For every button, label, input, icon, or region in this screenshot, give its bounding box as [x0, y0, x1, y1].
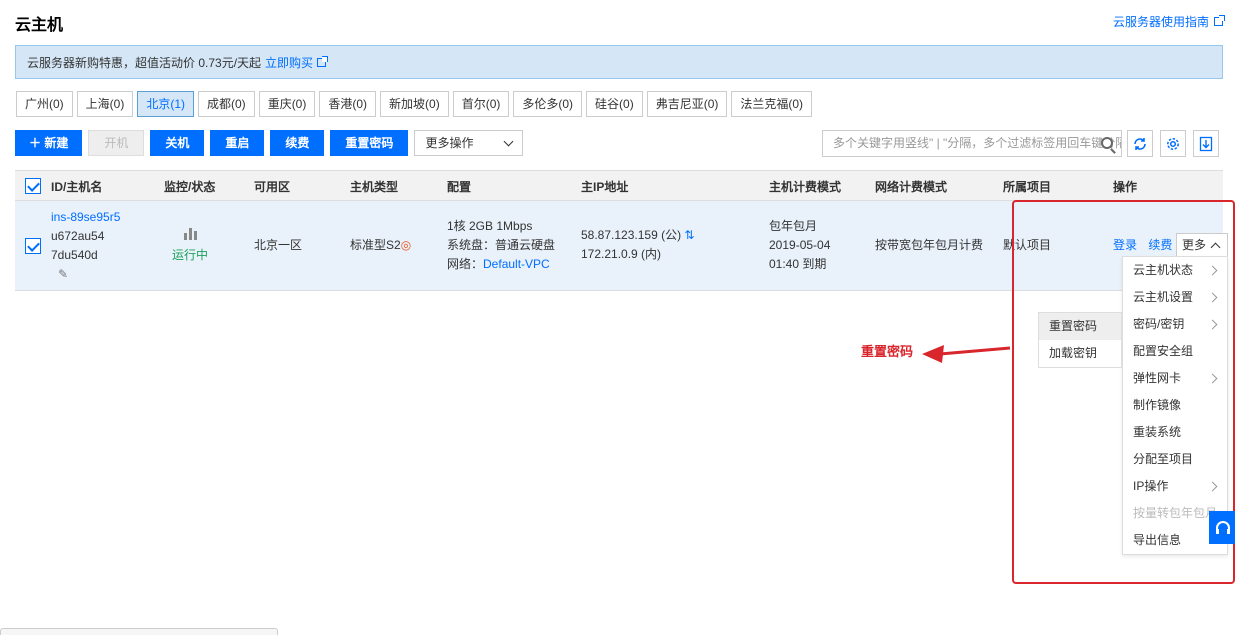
- change-ip-icon[interactable]: ⇅: [684, 228, 694, 242]
- new-label: 新建: [44, 136, 69, 150]
- instance-cell: ins-89se95r5 u672au54 7du540d ✎: [51, 208, 120, 284]
- header-project: 所属项目: [1003, 180, 1052, 194]
- region-tab-singapore[interactable]: 新加坡(0): [380, 91, 449, 117]
- reset-password-button[interactable]: 重置密码: [330, 130, 409, 156]
- headset-icon: [1216, 520, 1230, 534]
- hostname-line2: 7du540d: [51, 248, 98, 262]
- bottom-scrollbar[interactable]: [0, 628, 278, 635]
- search-input[interactable]: 多个关键字用竖线" | "分隔，多个过滤标签用回车键分隔: [822, 130, 1122, 157]
- region-tab-chongqing[interactable]: 重庆(0): [258, 91, 316, 117]
- hostname-line1: u672au54: [51, 229, 105, 243]
- support-button[interactable]: [1209, 511, 1235, 544]
- region-tab-virginia[interactable]: 弗吉尼亚(0): [646, 91, 728, 117]
- billing-date: 2019-05-04: [769, 238, 831, 252]
- region-tab-frankfurt[interactable]: 法兰克福(0): [731, 91, 813, 117]
- new-button[interactable]: ＋ 新建: [15, 130, 83, 156]
- status-running: 运行中: [172, 248, 209, 262]
- config-spec: 1核 2GB 1Mbps: [447, 219, 533, 233]
- restart-button[interactable]: 重启: [210, 130, 265, 156]
- select-all-checkbox[interactable]: [25, 178, 41, 194]
- region-tab-beijing[interactable]: 北京(1): [137, 91, 195, 117]
- download-button[interactable]: [1193, 130, 1219, 157]
- toolbar: ＋ 新建 开机 关机 重启 续费 重置密码 更多操作: [15, 130, 524, 156]
- ubuntu-icon: ◎: [400, 238, 412, 252]
- annotation-arrow-icon: [922, 345, 1011, 363]
- ip-private: 172.21.0.9 (内): [581, 247, 662, 261]
- region-tab-guangzhou[interactable]: 广州(0): [16, 91, 73, 117]
- promo-banner: 云服务器新购特惠，超值活动价 0.73元/天起 立即购买: [15, 45, 1223, 79]
- billing-expiry: 01:40 到期: [769, 257, 827, 271]
- shutdown-button[interactable]: 关机: [150, 130, 205, 156]
- network-billing-cell: 按带宽包年包月计费: [875, 238, 984, 252]
- table-header: ID/主机名 监控/状态 可用区 主机类型 配置 主IP地址 主机计费模式 网络…: [15, 170, 1223, 201]
- region-tab-silicon-valley[interactable]: 硅谷(0): [586, 91, 643, 117]
- refresh-icon: [1134, 137, 1146, 150]
- more-actions-label: 更多操作: [425, 136, 474, 150]
- row-checkbox[interactable]: [25, 238, 41, 254]
- guide-link-label: 云服务器使用指南: [1112, 15, 1209, 29]
- header-ip: 主IP地址: [581, 180, 629, 194]
- header-billing: 主机计费模式: [769, 180, 842, 194]
- annotation-label: 重置密码: [861, 344, 914, 359]
- renew-button[interactable]: 续费: [270, 130, 325, 156]
- header-id: ID/主机名: [51, 180, 103, 194]
- guide-link[interactable]: 云服务器使用指南: [1112, 13, 1225, 30]
- region-tabs: 广州(0) 上海(0) 北京(1) 成都(0) 重庆(0) 香港(0) 新加坡(…: [16, 91, 813, 117]
- external-link-icon: [317, 55, 329, 67]
- ip-public: 58.87.123.159 (公): [581, 228, 682, 242]
- config-cell: 1核 2GB 1Mbps 系统盘：普通云硬盘 网络：Default-VPC: [447, 217, 555, 274]
- gear-icon: [1167, 137, 1179, 150]
- region-tab-toronto[interactable]: 多伦多(0): [513, 91, 583, 117]
- ip-cell: 58.87.123.159 (公) ⇅ 172.21.0.9 (内): [581, 226, 694, 264]
- header-monitor: 监控/状态: [164, 180, 216, 194]
- header-config: 配置: [447, 180, 472, 194]
- header-network-billing: 网络计费模式: [875, 180, 948, 194]
- vpc-link[interactable]: Default-VPC: [483, 257, 550, 271]
- monitor-chart-icon[interactable]: [172, 227, 208, 246]
- page-title: 云主机: [15, 17, 64, 34]
- more-actions-dropdown[interactable]: 更多操作: [414, 130, 524, 156]
- download-icon: [1199, 136, 1213, 151]
- header-zone: 可用区: [254, 180, 291, 194]
- status-cell: 运行中: [172, 227, 208, 265]
- promo-text: 云服务器新购特惠，超值活动价 0.73元/天起: [27, 55, 262, 70]
- type-cell: 标准型S2◎: [350, 236, 411, 255]
- billing-mode: 包年包月: [769, 219, 818, 233]
- region-tab-hongkong[interactable]: 香港(0): [319, 91, 377, 117]
- region-tab-seoul[interactable]: 首尔(0): [452, 91, 510, 117]
- plus-icon: ＋: [29, 136, 45, 150]
- edit-hostname-icon[interactable]: ✎: [51, 265, 120, 284]
- config-disk: 系统盘：普通云硬盘: [447, 238, 556, 252]
- region-tab-chengdu[interactable]: 成都(0): [198, 91, 255, 117]
- billing-cell: 包年包月 2019-05-04 01:40 到期: [769, 217, 830, 274]
- buy-now-link[interactable]: 立即购买: [265, 54, 329, 71]
- header-actions: 操作: [1113, 180, 1138, 194]
- search-placeholder: 多个关键字用竖线" | "分隔，多个过滤标签用回车键分隔: [833, 136, 1122, 150]
- buy-now-label: 立即购买: [265, 55, 314, 70]
- instance-id-link[interactable]: ins-89se95r5: [51, 208, 120, 227]
- header-type: 主机类型: [350, 180, 399, 194]
- external-link-icon: [1214, 15, 1225, 26]
- start-button[interactable]: 开机: [88, 130, 145, 156]
- zone-cell: 北京一区: [254, 238, 303, 252]
- refresh-button[interactable]: [1127, 130, 1153, 157]
- settings-button[interactable]: [1160, 130, 1186, 157]
- search-icon[interactable]: [1101, 137, 1113, 149]
- highlight-outline: [1012, 200, 1235, 584]
- chevron-down-icon: [503, 136, 514, 146]
- type-label: 标准型S2: [350, 238, 401, 252]
- config-network-label: 网络：: [447, 257, 484, 271]
- region-tab-shanghai[interactable]: 上海(0): [76, 91, 134, 117]
